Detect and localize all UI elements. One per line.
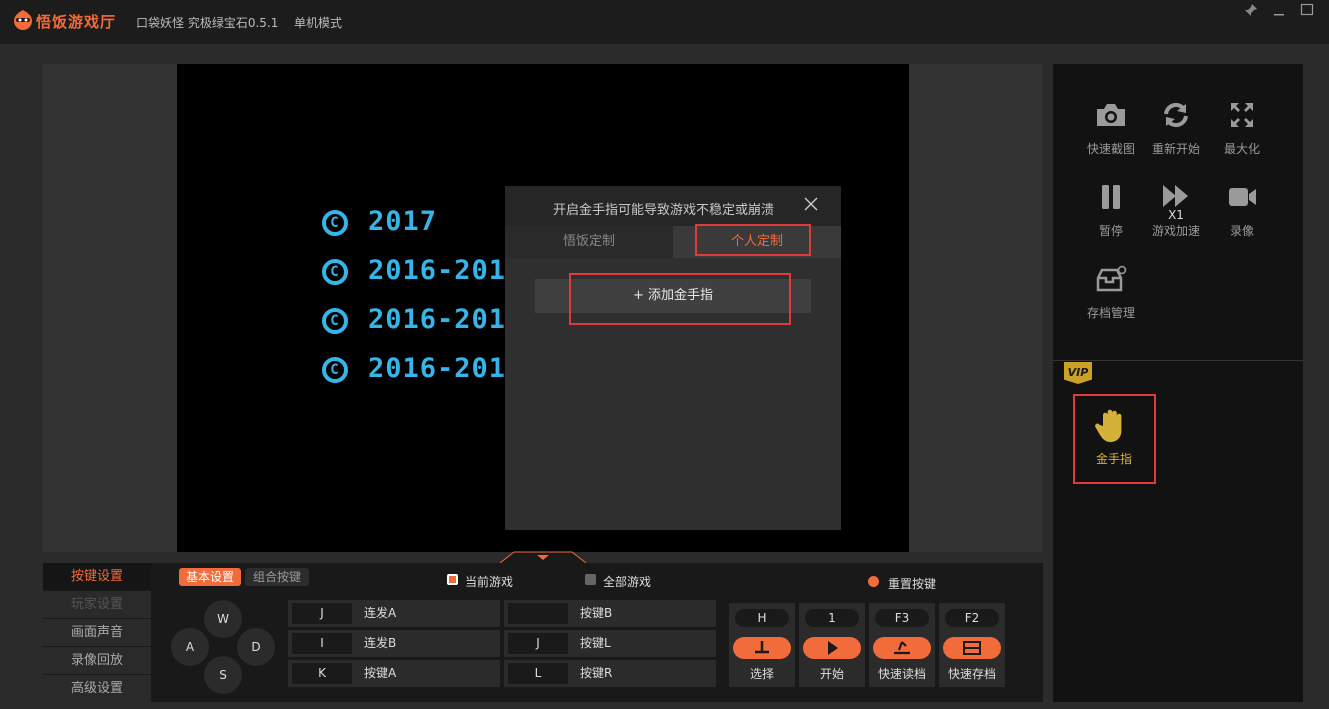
key-value[interactable]: L xyxy=(508,663,568,684)
key-row-turbo-a[interactable]: J 连发A xyxy=(288,600,500,627)
fn-key-value[interactable]: F2 xyxy=(945,609,999,627)
screenshot-tool[interactable]: 快速截图 xyxy=(1081,100,1141,157)
credit-line: C 2016-2017 xyxy=(322,353,523,384)
dpad-up-key[interactable]: W xyxy=(204,600,242,638)
key-row-button-l[interactable]: J 按键L xyxy=(504,630,716,657)
key-value[interactable]: J xyxy=(508,633,568,654)
side-menu-display-sound[interactable]: 画面声音 xyxy=(43,619,151,646)
quick-save-icon[interactable] xyxy=(943,637,1001,659)
key-label: 按键A xyxy=(364,666,397,680)
dpad-right-key[interactable]: D xyxy=(237,628,275,666)
fn-key-value[interactable]: F3 xyxy=(875,609,929,627)
speed-tool[interactable]: X1 游戏加速 xyxy=(1146,182,1206,239)
key-row-button-r[interactable]: L 按键R xyxy=(504,660,716,687)
reset-keys-button[interactable]: 重置按键 xyxy=(888,575,936,592)
side-menu-key-settings[interactable]: 按键设置 xyxy=(43,563,151,590)
scope-all-radio[interactable] xyxy=(585,574,596,585)
panel-divider xyxy=(1053,360,1303,361)
maximize-window-button[interactable] xyxy=(1298,3,1316,19)
fn-label: 开始 xyxy=(819,667,844,681)
fullscreen-icon xyxy=(1231,103,1253,127)
key-row-button-a[interactable]: K 按键A xyxy=(288,660,500,687)
game-left-margin xyxy=(43,64,177,552)
key-label: 连发A xyxy=(364,606,397,620)
copyright-icon: C xyxy=(322,258,348,285)
dpad-down-key[interactable]: S xyxy=(204,656,242,694)
key-row-button-b[interactable]: 按键B xyxy=(504,600,716,627)
tab-wufan-custom[interactable]: 悟饭定制 xyxy=(505,226,673,258)
side-menu-replay[interactable]: 录像回放 xyxy=(43,647,151,674)
speed-badge: X1 xyxy=(1168,208,1184,222)
restart-tool[interactable]: 重新开始 xyxy=(1146,100,1206,157)
quick-load-icon[interactable] xyxy=(873,637,931,659)
mode-label: 单机模式 xyxy=(294,16,343,30)
highlight-box xyxy=(1073,394,1156,484)
key-label: 按键L xyxy=(580,636,611,650)
fn-key-value[interactable]: 1 xyxy=(805,609,859,627)
archive-box-icon xyxy=(1096,265,1127,292)
select-button-icon[interactable] xyxy=(733,637,791,659)
fn-quick-save[interactable]: F2 快速存档 xyxy=(939,603,1005,687)
tool-panel xyxy=(1053,64,1303,702)
fn-select[interactable]: H 选择 xyxy=(729,603,795,687)
key-value[interactable]: I xyxy=(292,633,352,654)
save-manage-tool[interactable]: 存档管理 xyxy=(1081,264,1141,321)
minimize-button[interactable] xyxy=(1270,3,1288,19)
collapse-panel-toggle[interactable] xyxy=(500,550,586,564)
credit-line: C 2016-2017 xyxy=(322,255,523,286)
play-icon[interactable] xyxy=(803,637,861,659)
pause-icon xyxy=(1102,185,1120,209)
app-name: 悟饭游戏厅 xyxy=(36,13,117,31)
game-right-margin xyxy=(909,64,1043,552)
game-title: 口袋妖怪 究极绿宝石0.5.1 xyxy=(136,16,279,30)
copyright-icon: C xyxy=(322,307,348,334)
scope-current-radio[interactable] xyxy=(447,574,458,585)
fn-start[interactable]: 1 开始 xyxy=(799,603,865,687)
key-label: 按键B xyxy=(580,606,613,620)
camera-icon xyxy=(1097,104,1125,126)
side-menu-player-settings[interactable]: 玩家设置 xyxy=(43,591,151,618)
copyright-icon: C xyxy=(322,209,348,236)
fn-label: 选择 xyxy=(749,667,774,681)
fn-quick-load[interactable]: F3 快速读档 xyxy=(869,603,935,687)
maximize-tool[interactable]: 最大化 xyxy=(1212,100,1272,157)
credit-line: C 2016-2017 xyxy=(322,304,523,335)
scope-current-label: 当前游戏 xyxy=(465,575,514,589)
record-tool[interactable]: 录像 xyxy=(1212,182,1272,239)
highlight-box xyxy=(569,273,791,325)
highlight-box xyxy=(695,224,811,256)
fn-key-value[interactable]: H xyxy=(735,609,789,627)
key-label: 连发B xyxy=(364,636,397,650)
key-row-turbo-b[interactable]: I 连发B xyxy=(288,630,500,657)
key-value[interactable] xyxy=(508,603,568,624)
dpad-left-key[interactable]: A xyxy=(171,628,209,666)
credit-line: C 2017 xyxy=(322,206,437,237)
fn-label: 快速存档 xyxy=(947,667,996,681)
key-label: 按键R xyxy=(580,666,613,680)
close-icon[interactable] xyxy=(803,196,821,214)
key-value[interactable]: J xyxy=(292,603,352,624)
dialog-warning-text: 开启金手指可能导致游戏不稳定或崩溃 xyxy=(553,203,775,218)
reset-keys-icon[interactable] xyxy=(868,576,879,587)
video-camera-icon xyxy=(1229,188,1256,206)
vip-badge: VIP xyxy=(1064,362,1092,384)
pin-icon[interactable] xyxy=(1242,3,1260,19)
side-menu-advanced[interactable]: 高级设置 xyxy=(43,675,151,702)
app-logo-icon xyxy=(14,10,32,30)
scope-all-label: 全部游戏 xyxy=(603,575,652,589)
refresh-icon xyxy=(1164,102,1188,128)
fn-label: 快速读档 xyxy=(877,667,926,681)
tab-combo-keys[interactable]: 组合按键 xyxy=(245,568,309,586)
tab-basic-settings[interactable]: 基本设置 xyxy=(179,568,241,586)
key-value[interactable]: K xyxy=(292,663,352,684)
pause-tool[interactable]: 暂停 xyxy=(1081,182,1141,239)
copyright-icon: C xyxy=(322,356,348,383)
